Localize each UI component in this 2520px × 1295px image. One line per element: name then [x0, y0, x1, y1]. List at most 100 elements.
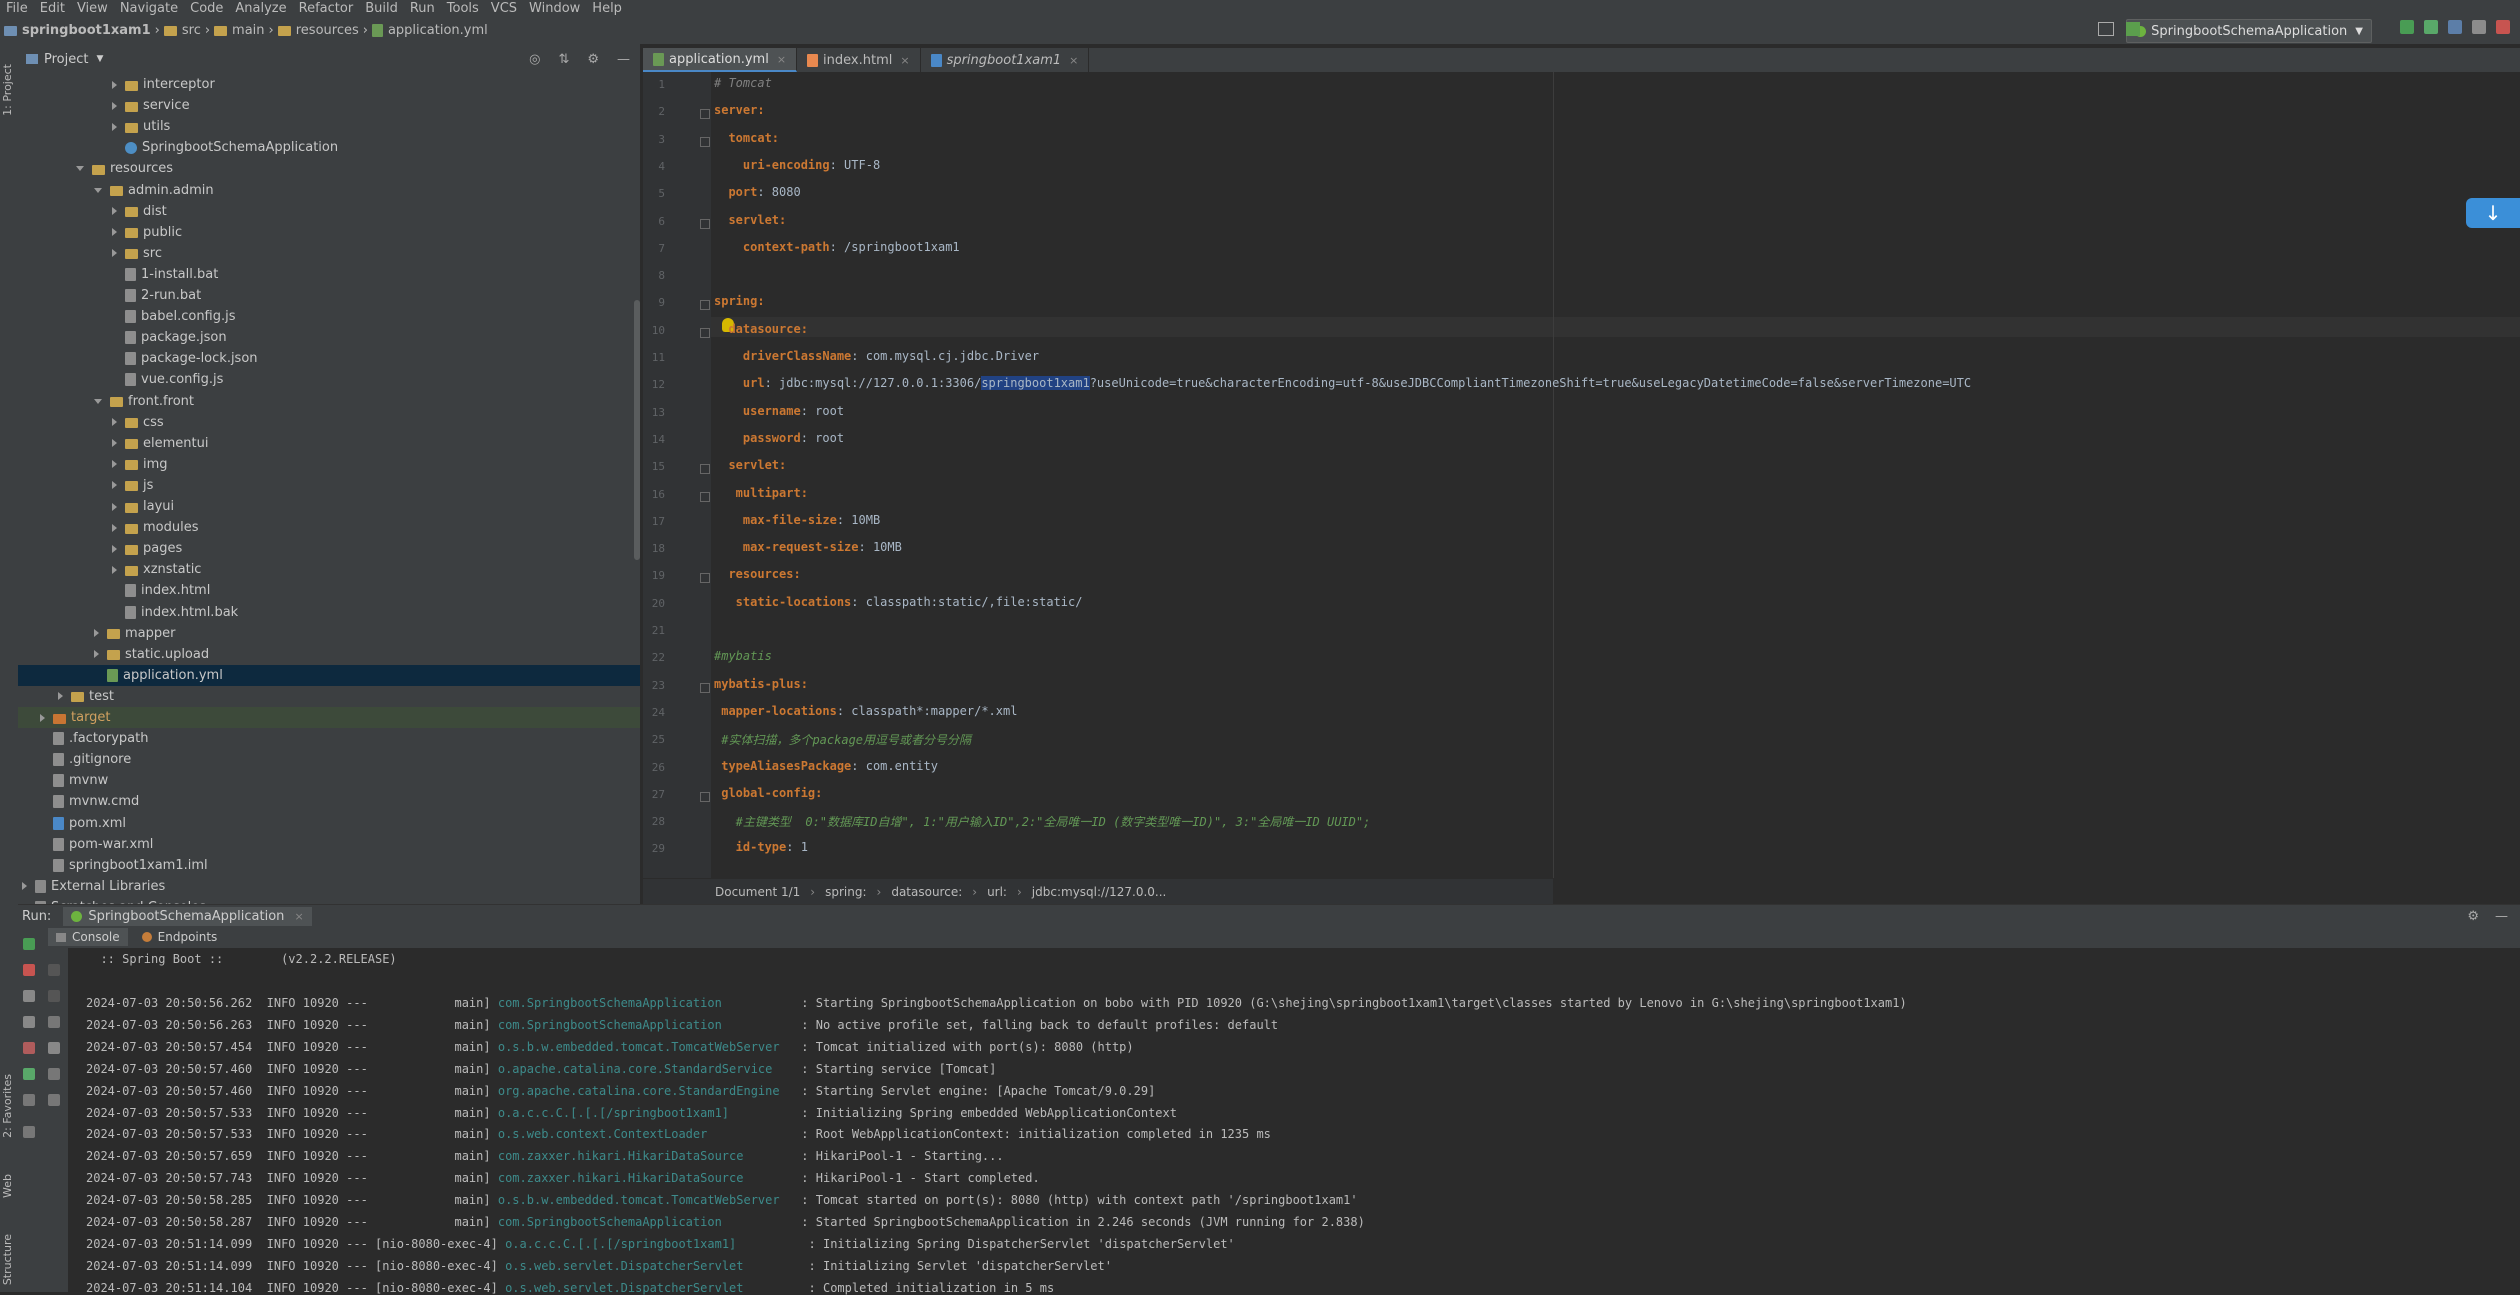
- hide-panel-icon[interactable]: —: [2495, 909, 2508, 924]
- favorites-tool-tab[interactable]: 2: Favorites: [1, 1074, 14, 1138]
- menu-item-vcs[interactable]: VCS: [485, 1, 523, 16]
- tree-item[interactable]: static.upload: [18, 644, 640, 665]
- tree-item[interactable]: dist: [18, 201, 640, 222]
- structure-tool-tab[interactable]: Structure: [1, 1234, 14, 1285]
- tree-item[interactable]: img: [18, 454, 640, 475]
- chevron-right-icon[interactable]: [112, 207, 117, 216]
- editor-tab[interactable]: application.yml ×: [643, 48, 798, 72]
- endpoints-tab[interactable]: Endpoints: [134, 928, 226, 946]
- pause-icon[interactable]: [23, 990, 35, 1002]
- debug-icon[interactable]: [23, 1068, 35, 1080]
- editor-breadcrumb-item[interactable]: Document 1/1: [715, 885, 800, 899]
- chevron-right-icon[interactable]: [94, 650, 99, 659]
- chevron-down-icon[interactable]: [94, 398, 102, 404]
- project-panel-title[interactable]: Project: [44, 52, 88, 67]
- chevron-right-icon[interactable]: [112, 249, 117, 258]
- tree-item[interactable]: package.json: [18, 327, 640, 348]
- tree-item[interactable]: mvnw.cmd: [18, 791, 640, 812]
- scroll-to-end-icon[interactable]: [48, 1042, 60, 1054]
- debug-icon[interactable]: [2424, 20, 2438, 34]
- chevron-down-icon[interactable]: [76, 166, 84, 172]
- tree-item[interactable]: layui: [18, 496, 640, 517]
- breadcrumb-item[interactable]: application.yml: [368, 23, 492, 38]
- chevron-right-icon[interactable]: [112, 544, 117, 553]
- fold-marker-icon[interactable]: [700, 136, 710, 147]
- rerun-icon[interactable]: [23, 938, 35, 950]
- editor-breadcrumb-item[interactable]: url:: [987, 885, 1007, 899]
- tree-item[interactable]: resources: [18, 158, 640, 179]
- chevron-right-icon[interactable]: [112, 228, 117, 237]
- chevron-right-icon[interactable]: [22, 882, 27, 891]
- camera-icon[interactable]: [23, 1016, 35, 1028]
- chevron-right-icon[interactable]: [112, 502, 117, 511]
- tree-item[interactable]: mvnw: [18, 770, 640, 791]
- close-icon[interactable]: ×: [294, 910, 303, 923]
- fold-marker-icon[interactable]: [700, 573, 710, 584]
- breadcrumb-item[interactable]: resources: [274, 23, 363, 38]
- chevron-right-icon[interactable]: [112, 80, 117, 89]
- scroll-up-icon[interactable]: [48, 964, 60, 976]
- breadcrumb-item[interactable]: main: [210, 23, 268, 38]
- chevron-right-icon[interactable]: [112, 460, 117, 469]
- tree-item[interactable]: js: [18, 475, 640, 496]
- chevron-right-icon[interactable]: [112, 418, 117, 427]
- close-icon[interactable]: ×: [777, 53, 786, 66]
- gear-icon[interactable]: ⚙: [587, 52, 599, 67]
- tree-item[interactable]: service: [18, 95, 640, 116]
- coverage-icon[interactable]: [2448, 20, 2462, 34]
- tree-item[interactable]: mapper: [18, 623, 640, 644]
- menu-item-window[interactable]: Window: [523, 1, 586, 16]
- breadcrumb-item[interactable]: src: [160, 23, 205, 38]
- console-tab[interactable]: Console: [48, 928, 128, 946]
- tree-item[interactable]: target: [18, 707, 640, 728]
- menu-item-build[interactable]: Build: [359, 1, 404, 16]
- tree-item[interactable]: 2-run.bat: [18, 285, 640, 306]
- build-hammer-icon[interactable]: [2126, 22, 2140, 36]
- tree-item[interactable]: Scratches and Consoles: [18, 897, 640, 904]
- tree-item[interactable]: test: [18, 686, 640, 707]
- run-app-tab[interactable]: SpringbootSchemaApplication ×: [63, 906, 312, 926]
- editor-tab[interactable]: springboot1xam1 ×: [921, 48, 1090, 72]
- tree-item[interactable]: .gitignore: [18, 749, 640, 770]
- tree-item[interactable]: elementui: [18, 433, 640, 454]
- fold-marker-icon[interactable]: [700, 327, 710, 338]
- menu-item-file[interactable]: File: [0, 1, 34, 16]
- chevron-right-icon[interactable]: [58, 692, 63, 701]
- run-config-selector[interactable]: SpringbootSchemaApplication ▼: [2126, 19, 2372, 43]
- chevron-right-icon[interactable]: [112, 439, 117, 448]
- fold-marker-icon[interactable]: [700, 682, 710, 693]
- chevron-right-icon[interactable]: [112, 101, 117, 110]
- editor-tab[interactable]: index.html ×: [797, 48, 921, 72]
- menu-item-run[interactable]: Run: [404, 1, 441, 16]
- chevron-right-icon[interactable]: [40, 713, 45, 722]
- fold-marker-icon[interactable]: [700, 300, 710, 311]
- tree-item[interactable]: modules: [18, 517, 640, 538]
- layout-icon[interactable]: [2098, 22, 2114, 36]
- tree-item[interactable]: vue.config.js: [18, 369, 640, 390]
- close-icon[interactable]: ×: [1069, 54, 1078, 67]
- run-icon[interactable]: [2400, 20, 2414, 34]
- hide-panel-icon[interactable]: —: [617, 52, 630, 67]
- tree-item[interactable]: application.yml: [18, 664, 640, 686]
- chevron-right-icon[interactable]: [112, 565, 117, 574]
- menu-item-refactor[interactable]: Refactor: [293, 1, 360, 16]
- chevron-down-icon[interactable]: ▼: [96, 54, 103, 64]
- tree-item[interactable]: index.html: [18, 580, 640, 601]
- menu-item-help[interactable]: Help: [586, 1, 628, 16]
- tree-item[interactable]: External Libraries: [18, 876, 640, 897]
- close-icon[interactable]: ×: [900, 54, 909, 67]
- project-tool-tab[interactable]: 1: Project: [1, 64, 14, 116]
- print-icon[interactable]: [48, 1068, 60, 1080]
- stop-icon[interactable]: [23, 964, 35, 976]
- chevron-right-icon[interactable]: [112, 122, 117, 131]
- scroll-down-icon[interactable]: [48, 990, 60, 1002]
- menu-item-view[interactable]: View: [71, 1, 114, 16]
- editor-breadcrumb-item[interactable]: jdbc:mysql://127.0.0...: [1032, 885, 1167, 899]
- tree-item[interactable]: 1-install.bat: [18, 264, 640, 285]
- tree-item[interactable]: pom-war.xml: [18, 834, 640, 855]
- menu-item-edit[interactable]: Edit: [34, 1, 71, 16]
- pin-icon[interactable]: [23, 1126, 35, 1138]
- soft-wrap-icon[interactable]: [48, 1016, 60, 1028]
- menu-item-navigate[interactable]: Navigate: [114, 1, 184, 16]
- chevron-right-icon[interactable]: [112, 481, 117, 490]
